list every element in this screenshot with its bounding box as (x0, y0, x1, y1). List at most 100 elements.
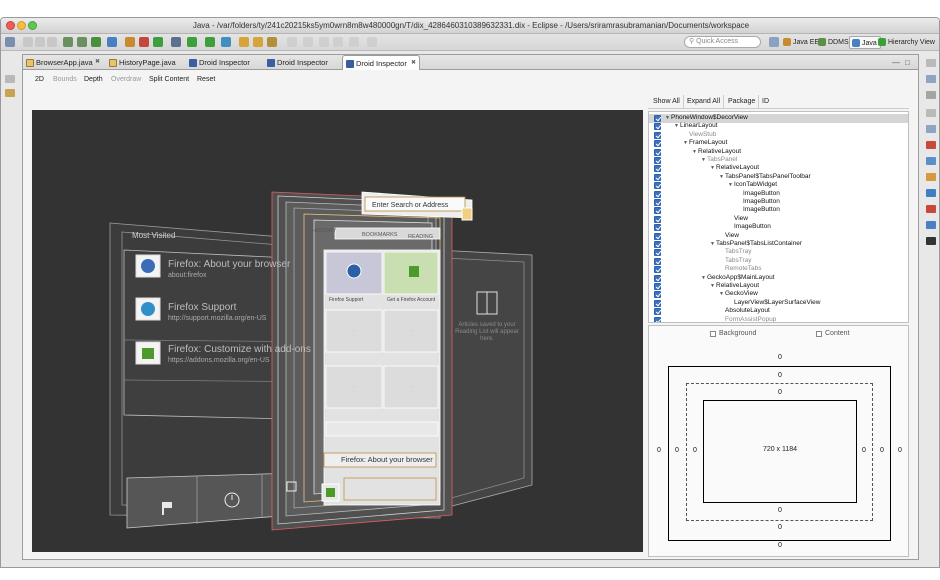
tree-row[interactable]: ImageButton (649, 206, 908, 215)
reset-button[interactable]: Reset (197, 71, 215, 89)
open-perspective-icon[interactable] (769, 37, 779, 47)
tree-row[interactable]: ▼ RelativeLayout (649, 148, 908, 157)
terminal-icon[interactable] (926, 237, 936, 245)
tree-row[interactable]: RemoteTabs (649, 265, 908, 274)
visibility-checkbox[interactable] (654, 207, 661, 215)
perspective-hierarchy-view[interactable]: Hierarchy View (876, 36, 938, 49)
forward-icon[interactable] (349, 37, 359, 47)
tree-row[interactable]: ▼ GeckoApp$MainLayout (649, 274, 908, 283)
lint-icon[interactable] (91, 37, 101, 47)
tab-historypage-java[interactable]: HistoryPage.java (106, 55, 186, 70)
expand-toggle-icon[interactable]: ▼ (692, 148, 697, 157)
previous-annotation-icon[interactable] (303, 37, 313, 47)
external-tools-icon[interactable] (221, 37, 231, 47)
id-button[interactable]: ID (759, 95, 772, 109)
content-checkbox[interactable]: Content (816, 330, 850, 337)
expand-toggle-icon[interactable]: ▼ (701, 156, 706, 165)
tree-row[interactable]: ▼ TabsPanel$TabsListContainer (649, 240, 908, 249)
tree-row[interactable]: TabsTray (649, 257, 908, 266)
zoom-window-button[interactable] (28, 21, 37, 30)
quick-access-input[interactable]: ⚲ Quick Access (684, 36, 761, 48)
package-explorer-icon[interactable] (5, 89, 15, 97)
tab-droid-inspector-active[interactable]: Droid Inspector ✖ (342, 55, 420, 70)
tree-row[interactable]: ViewStub (649, 131, 908, 140)
mode-overdraw-button[interactable]: Overdraw (111, 71, 141, 89)
close-tab-icon[interactable]: ✖ (95, 55, 100, 70)
tab-droid-inspector-1[interactable]: Droid Inspector (186, 55, 266, 70)
expand-toggle-icon[interactable]: ▼ (728, 181, 733, 190)
expand-toggle-icon[interactable]: ▼ (719, 173, 724, 182)
tree-row[interactable]: ▼ IconTabWidget (649, 181, 908, 190)
visibility-checkbox[interactable] (654, 299, 661, 307)
checkmark-icon[interactable] (107, 37, 117, 47)
problems-icon[interactable] (926, 125, 936, 133)
pin-editor-icon[interactable] (367, 37, 377, 47)
javadoc-icon[interactable] (926, 141, 936, 149)
tree-row[interactable]: ImageButton (649, 223, 908, 232)
open-type-icon[interactable] (239, 37, 249, 47)
expand-all-button[interactable]: Expand All (684, 95, 725, 109)
visibility-checkbox[interactable] (654, 291, 661, 299)
visibility-checkbox[interactable] (654, 115, 661, 122)
expand-toggle-icon[interactable]: ▼ (683, 139, 688, 148)
run-icon[interactable] (187, 37, 197, 47)
run-last-icon[interactable] (205, 37, 215, 47)
visibility-checkbox[interactable] (654, 140, 661, 148)
new-icon[interactable] (5, 37, 15, 47)
expand-toggle-icon[interactable]: ▼ (719, 290, 724, 299)
expand-toggle-icon[interactable]: ▼ (710, 282, 715, 291)
declaration-icon[interactable] (926, 157, 936, 165)
close-tab-icon[interactable]: ✖ (411, 56, 416, 71)
tree-row[interactable]: TabsTray (649, 248, 908, 257)
visibility-checkbox[interactable] (654, 199, 661, 206)
expand-toggle-icon[interactable]: ▼ (665, 114, 670, 123)
devices-icon[interactable] (926, 221, 936, 229)
visibility-checkbox[interactable] (654, 182, 661, 190)
avd-manager-icon[interactable] (77, 37, 87, 47)
view-hierarchy-tree[interactable]: ▼ PhoneWindow$DecorView ▼ LinearLayout ViewS… (648, 111, 909, 323)
tree-row[interactable]: ▼ TabsPanel$TabsPanelToolbar (649, 173, 908, 182)
tree-row[interactable]: AbsoluteLayout (649, 307, 908, 316)
new-java-project-icon[interactable] (125, 37, 135, 47)
debug-icon[interactable] (171, 37, 181, 47)
close-window-button[interactable] (6, 21, 15, 30)
tree-row[interactable]: ▼ RelativeLayout (649, 164, 908, 173)
new-class-icon[interactable] (153, 37, 163, 47)
minimize-editor-icon[interactable]: — (892, 58, 900, 67)
tree-row[interactable]: View (649, 215, 908, 224)
visibility-checkbox[interactable] (654, 173, 661, 181)
tab-droid-inspector-2[interactable]: Droid Inspector (264, 55, 344, 70)
visibility-checkbox[interactable] (654, 148, 661, 156)
visibility-checkbox[interactable] (654, 257, 661, 265)
maximize-editor-icon[interactable]: □ (905, 58, 910, 67)
restore-icon[interactable] (5, 75, 15, 83)
package-button[interactable]: Package (725, 95, 760, 109)
progress-icon[interactable] (926, 205, 936, 213)
tree-row[interactable]: FormAssistPopup (649, 316, 908, 322)
expand-toggle-icon[interactable]: ▼ (701, 274, 706, 283)
save-icon[interactable] (23, 37, 33, 47)
next-annotation-icon[interactable] (287, 37, 297, 47)
visibility-checkbox[interactable] (654, 157, 661, 164)
exploded-view-hierarchy[interactable] (32, 110, 643, 552)
expand-toggle-icon[interactable]: ▼ (674, 122, 679, 131)
mode-depth-button[interactable]: Depth (84, 71, 103, 89)
mode-2d-button[interactable]: 2D (35, 71, 44, 89)
task-list-icon[interactable] (926, 91, 936, 99)
visibility-checkbox[interactable] (654, 308, 661, 316)
tree-row[interactable]: LayerView$LayerSurfaceView (649, 299, 908, 308)
outline-icon[interactable] (926, 75, 936, 83)
last-edit-icon[interactable] (319, 37, 329, 47)
visibility-checkbox[interactable] (654, 266, 661, 274)
open-task-icon[interactable] (253, 37, 263, 47)
expand-toggle-icon[interactable]: ▼ (710, 164, 715, 173)
visibility-checkbox[interactable] (654, 241, 661, 248)
visibility-checkbox[interactable] (654, 316, 661, 322)
tree-row[interactable]: ▼ RelativeLayout (649, 282, 908, 291)
tree-row[interactable]: View (649, 232, 908, 241)
tree-row[interactable]: ▼ FrameLayout (649, 139, 908, 148)
tree-row[interactable]: ▼ TabsPanel (649, 156, 908, 165)
visibility-checkbox[interactable] (654, 190, 661, 198)
visibility-checkbox[interactable] (654, 215, 661, 223)
tree-row[interactable]: ▼ LinearLayout (649, 122, 908, 131)
